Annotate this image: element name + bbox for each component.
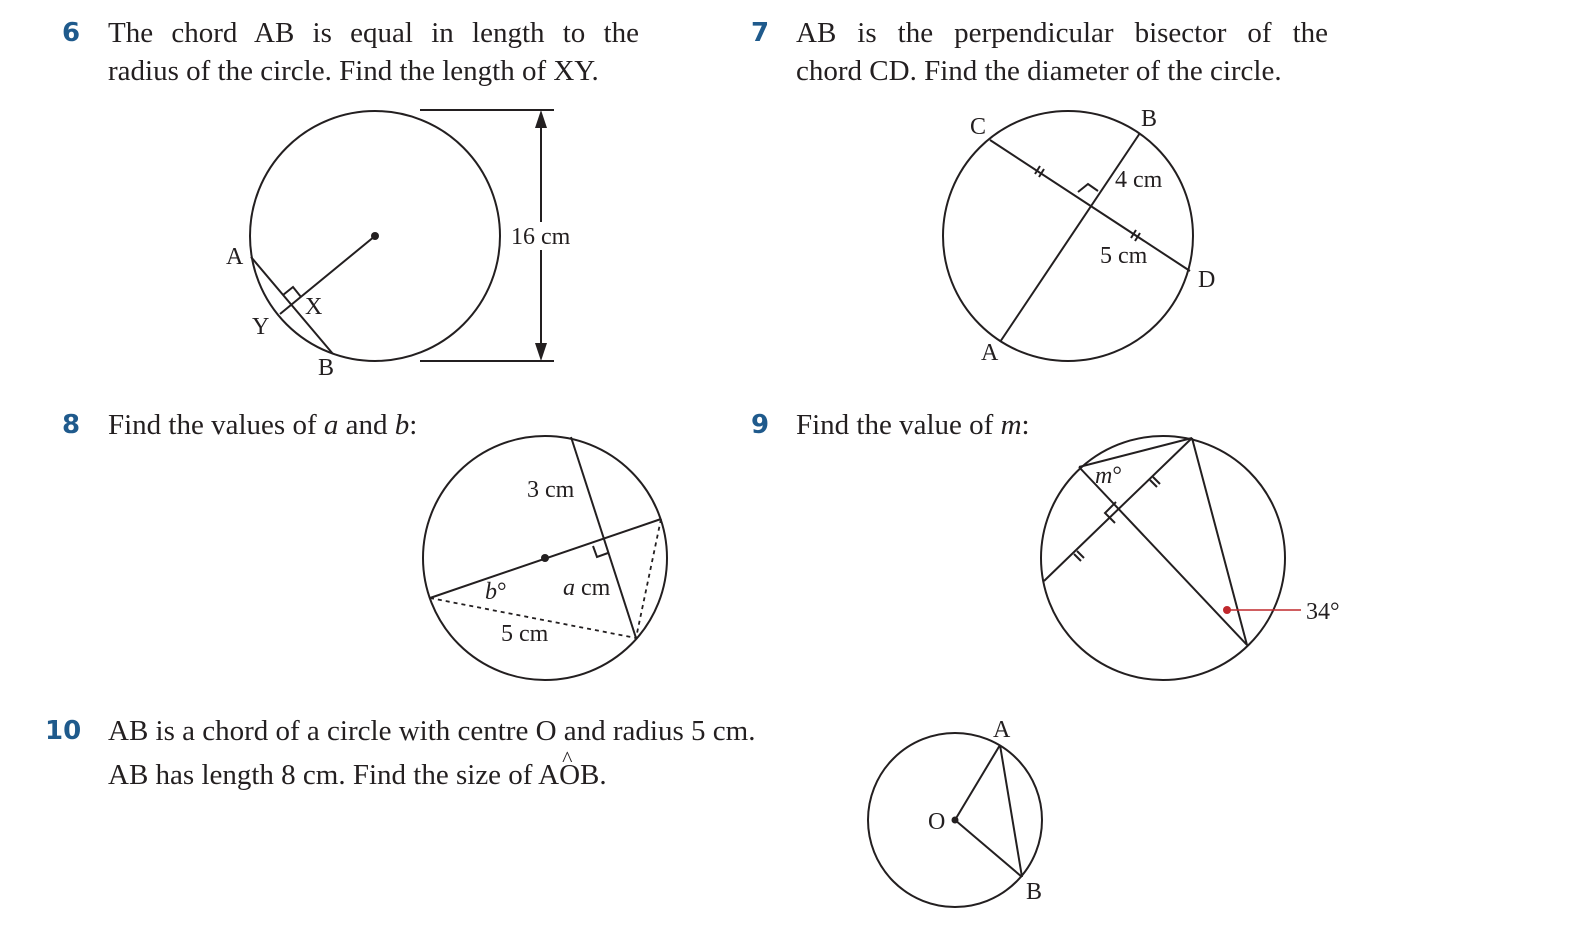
fig7-chord-ab	[999, 132, 1141, 343]
fig10-label-b: B	[1026, 879, 1042, 905]
fig8-degree: °	[497, 579, 507, 605]
figure-6	[249, 109, 554, 362]
fig6-arrowhead-up	[535, 110, 547, 128]
figure-9	[1040, 435, 1301, 681]
fig7-right-angle-marker	[1077, 182, 1099, 193]
fig6-label-a: A	[226, 244, 244, 270]
fig9-chord-perpendicular	[1078, 466, 1248, 646]
fig8-var-b: b	[485, 579, 497, 605]
fig9-chord-right	[1191, 437, 1248, 646]
fig8-label-a-cm: a cm	[563, 575, 611, 601]
fig7-label-c: C	[970, 114, 986, 140]
fig7-label-d: D	[1198, 267, 1215, 293]
fig6-centre-point	[371, 232, 379, 240]
fig10-chord-ab	[999, 744, 1023, 878]
fig7-circle	[942, 110, 1194, 362]
fig9-label-34deg: 34°	[1306, 599, 1340, 625]
fig10-centre-point	[951, 816, 959, 824]
fig6-radius-line	[279, 235, 376, 315]
fig6-label-diameter: 16 cm	[511, 224, 571, 250]
fig7-label-5cm: 5 cm	[1100, 243, 1148, 269]
fig10-radius-ob	[954, 819, 1023, 878]
fig9-degree: °	[1112, 463, 1122, 489]
fig7-label-a: A	[981, 340, 999, 366]
fig6-right-angle-marker	[282, 285, 302, 298]
fig10-label-a: A	[993, 717, 1011, 743]
fig8-dotted-line-right	[635, 518, 662, 639]
fig10-radius-oa	[954, 744, 1001, 821]
fig8-label-b-deg: b°	[485, 579, 507, 605]
fig6-label-y: Y	[252, 314, 269, 340]
fig9-label-m-deg: m°	[1095, 463, 1122, 489]
fig7-label-b: B	[1141, 106, 1157, 132]
fig9-annotation-dot	[1223, 606, 1231, 614]
fig9-var-m: m	[1095, 463, 1112, 489]
fig6-label-b: B	[318, 355, 334, 381]
fig8-label-3cm: 3 cm	[527, 477, 575, 503]
fig6-arrowhead-down	[535, 343, 547, 361]
fig8-unit: cm	[575, 575, 611, 601]
fig7-label-4cm: 4 cm	[1115, 167, 1163, 193]
fig8-label-5cm: 5 cm	[501, 621, 549, 647]
fig7-chord-cd	[989, 139, 1191, 272]
figure-7	[942, 110, 1194, 362]
fig8-var-a: a	[563, 575, 575, 601]
figures-canvas: A Y X B 16 cm C B D A 4 cm 5 cm 3 cm a c…	[226, 106, 1340, 908]
fig8-centre-point	[541, 554, 549, 562]
fig10-label-o: O	[928, 809, 945, 835]
fig6-label-x: X	[305, 294, 322, 320]
